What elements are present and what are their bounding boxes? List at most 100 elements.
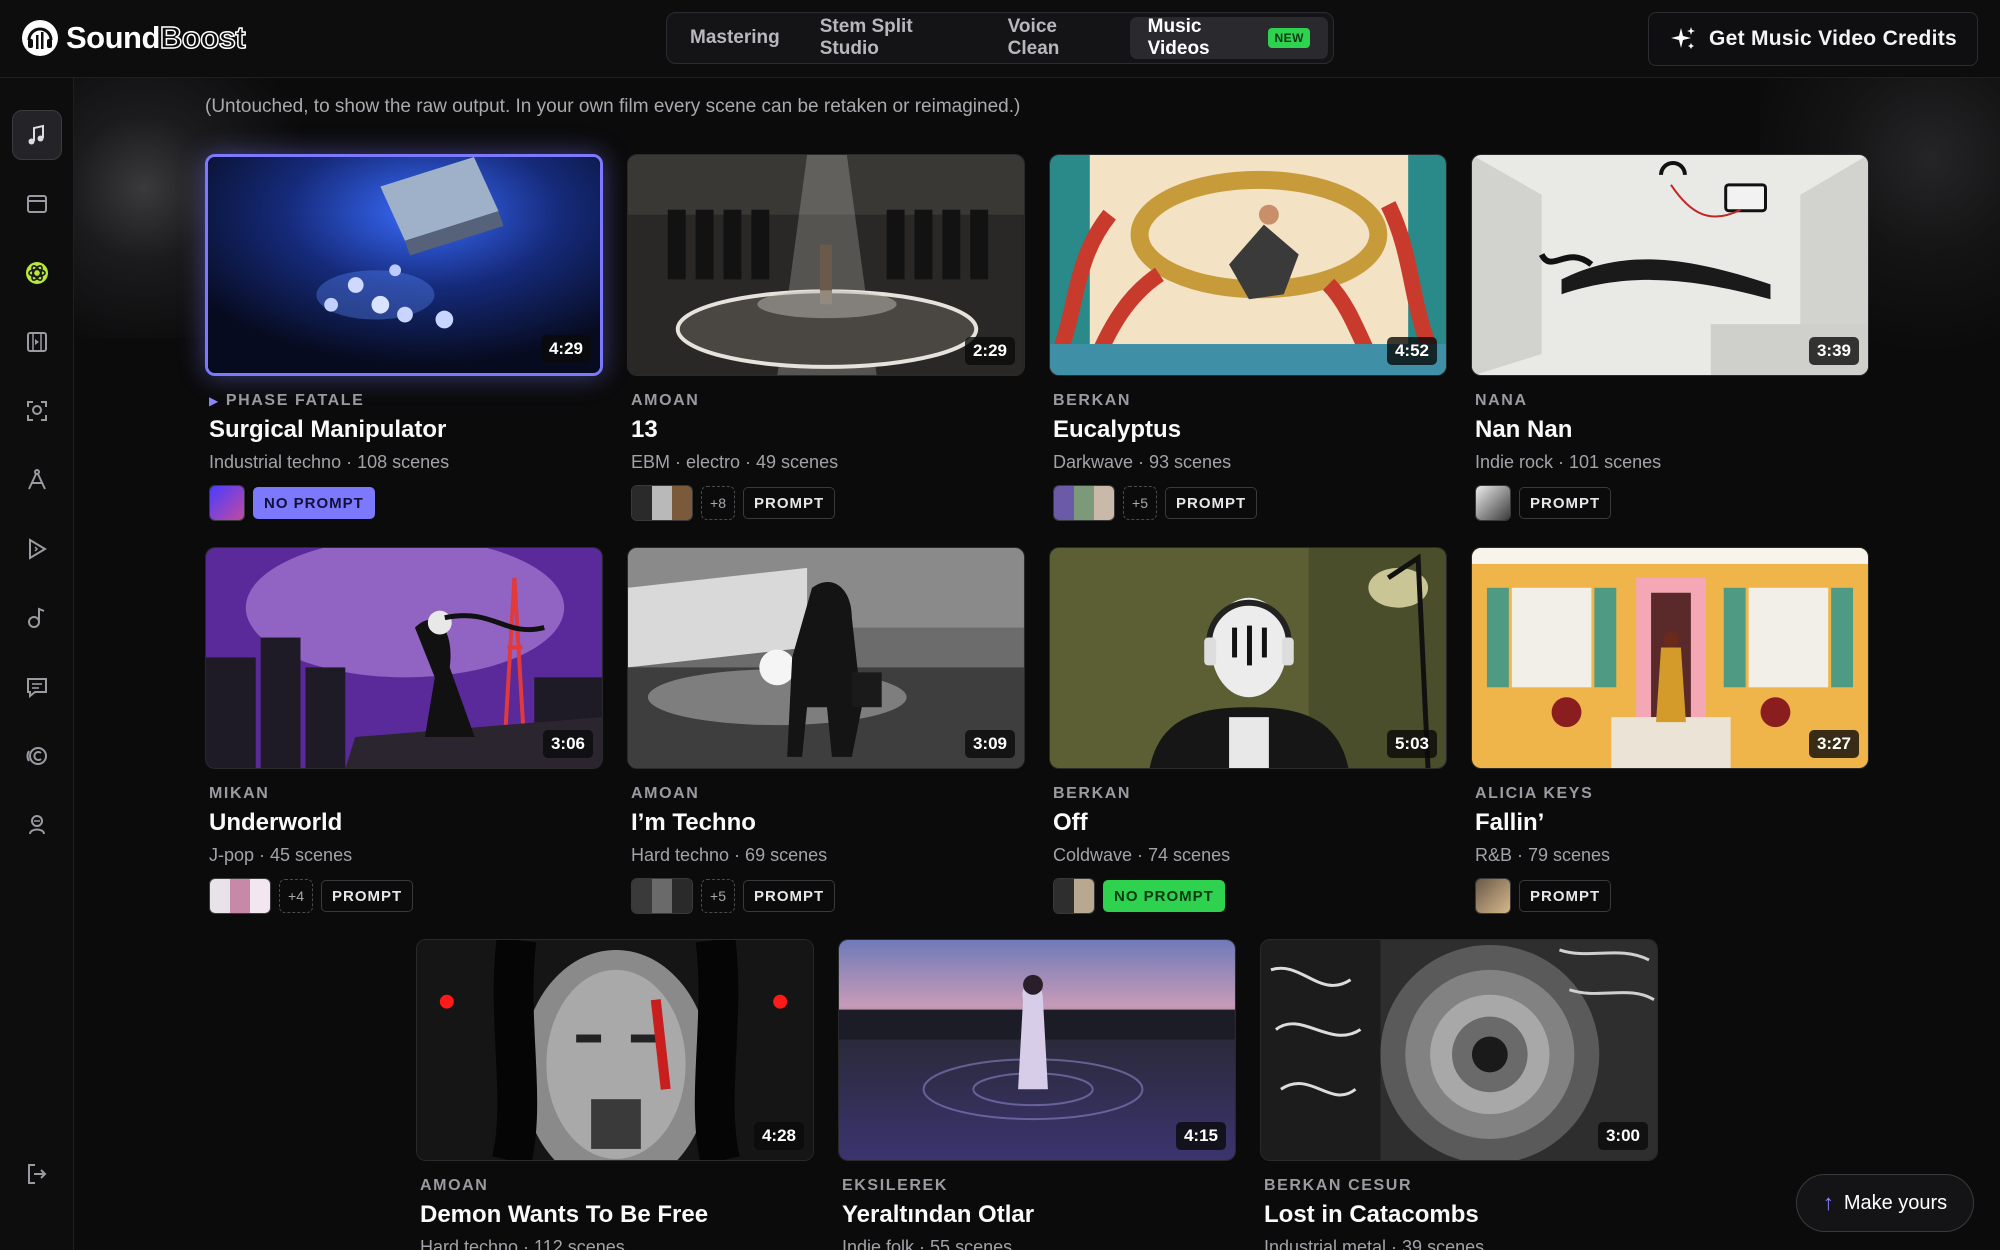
video-meta: Hard techno · 69 scenes	[631, 845, 828, 865]
video-title[interactable]: I’m Techno	[631, 809, 1025, 837]
video-thumbnail[interactable]: 3:39	[1471, 154, 1869, 376]
video-artist: AMOAN	[631, 785, 700, 802]
sidebar-item-face-scan[interactable]	[12, 386, 62, 436]
sidebar-item-music[interactable]	[12, 110, 62, 160]
video-thumbnail[interactable]: 3:00	[1260, 939, 1658, 1161]
video-card[interactable]: 3:00 BERKAN CESUR Lost in Catacombs Indu…	[1260, 939, 1658, 1250]
video-duration: 3:27	[1808, 730, 1859, 758]
chat-bubble-icon	[27, 678, 47, 699]
video-card[interactable]: 3:09 AMOAN I’m Techno Hard techno · 69 s…	[627, 547, 1025, 914]
video-title[interactable]: Demon Wants To Be Free	[420, 1201, 814, 1229]
copyright-stack-icon	[26, 747, 47, 765]
tab-music-videos[interactable]: Music Videos NEW	[1129, 16, 1328, 59]
video-duration: 3:39	[1808, 337, 1859, 365]
video-thumbnail[interactable]: 3:27	[1471, 547, 1869, 769]
compass-draw-icon	[28, 469, 46, 490]
more-avatars-count[interactable]: +8	[701, 486, 735, 520]
tab-voice-clean[interactable]: Voice Clean	[990, 16, 1126, 59]
face-scan-icon	[27, 401, 47, 421]
video-card[interactable]: 5:03 BERKAN Off Coldwave · 74 scenes NO …	[1049, 547, 1447, 914]
video-thumbnail[interactable]: 4:52	[1049, 154, 1447, 376]
get-credits-button[interactable]: Get Music Video Credits	[1648, 12, 1978, 66]
sidebar-item-singer[interactable]	[12, 800, 62, 850]
video-card[interactable]: 4:28 AMOAN Demon Wants To Be Free Hard t…	[416, 939, 814, 1250]
prompt-badge[interactable]: NO PROMPT	[1103, 880, 1225, 912]
video-title[interactable]: Lost in Catacombs	[1264, 1201, 1658, 1229]
video-title[interactable]: Underworld	[209, 809, 603, 837]
video-card[interactable]: 3:06 MIKAN Underworld J-pop · 45 scenes …	[205, 547, 603, 914]
more-avatars-count[interactable]: +5	[1123, 486, 1157, 520]
prompt-badge[interactable]: PROMPT	[1165, 487, 1258, 519]
video-meta: R&B · 79 scenes	[1475, 845, 1611, 865]
video-meta: Darkwave · 93 scenes	[1053, 452, 1232, 472]
scene-avatars[interactable]	[1475, 878, 1511, 914]
video-artist: MIKAN	[209, 785, 270, 802]
sidebar-item-chat[interactable]	[12, 662, 62, 712]
scene-avatars[interactable]	[1053, 485, 1115, 521]
play-sparkle-icon	[29, 538, 47, 560]
music-note-icon	[28, 124, 44, 145]
sidebar-item-film[interactable]	[12, 317, 62, 367]
prompt-badge[interactable]: PROMPT	[743, 487, 836, 519]
sidebar	[0, 78, 74, 1250]
scene-avatars[interactable]	[631, 878, 693, 914]
video-card[interactable]: 4:29 ▶ PHASE FATALE Surgical Manipulator …	[205, 154, 603, 521]
sidebar-item-copyright[interactable]	[12, 731, 62, 781]
video-artist: NANA	[1475, 392, 1528, 409]
sidebar-item-atom[interactable]	[12, 248, 62, 298]
sidebar-item-compass[interactable]	[12, 455, 62, 505]
prompt-badge[interactable]: PROMPT	[743, 880, 836, 912]
prompt-badge[interactable]: PROMPT	[1519, 487, 1612, 519]
video-thumbnail[interactable]: 2:29	[627, 154, 1025, 376]
scene-avatars[interactable]	[1053, 878, 1095, 914]
more-avatars-count[interactable]: +4	[279, 879, 313, 913]
new-badge: NEW	[1268, 28, 1310, 48]
video-card[interactable]: 2:29 AMOAN 13 EBM · electro · 49 scenes …	[627, 154, 1025, 521]
app-logo[interactable]: SoundBoost	[20, 18, 247, 58]
video-meta: Hard techno · 112 scenes	[420, 1237, 625, 1250]
playing-indicator-icon: ▶	[209, 394, 220, 408]
video-title[interactable]: Yeraltından Otlar	[842, 1201, 1236, 1229]
sidebar-item-play[interactable]	[12, 524, 62, 574]
video-title[interactable]: Nan Nan	[1475, 416, 1869, 444]
scene-avatars[interactable]	[631, 485, 693, 521]
video-title[interactable]: Off	[1053, 809, 1447, 837]
more-avatars-count[interactable]: +5	[701, 879, 735, 913]
atom-badge-icon	[26, 262, 48, 284]
video-duration: 4:29	[540, 335, 591, 363]
video-title[interactable]: 13	[631, 416, 1025, 444]
make-yours-button[interactable]: ↑ Make yours	[1796, 1174, 1974, 1232]
video-card[interactable]: 3:27 ALICIA KEYS Fallin’ R&B · 79 scenes…	[1471, 547, 1869, 914]
video-title[interactable]: Surgical Manipulator	[209, 416, 603, 444]
video-thumbnail[interactable]: 3:06	[205, 547, 603, 769]
video-thumbnail[interactable]: 3:09	[627, 547, 1025, 769]
singer-icon	[29, 815, 45, 835]
video-artist: BERKAN	[1053, 785, 1132, 802]
video-title[interactable]: Eucalyptus	[1053, 416, 1447, 444]
sidebar-item-tune[interactable]	[12, 593, 62, 643]
video-title[interactable]: Fallin’	[1475, 809, 1869, 837]
tab-stem-split-studio[interactable]: Stem Split Studio	[802, 16, 986, 59]
scene-avatars[interactable]	[209, 485, 245, 521]
video-meta: Indie rock · 101 scenes	[1475, 452, 1662, 472]
video-thumbnail[interactable]: 4:29	[205, 154, 603, 376]
film-strip-icon	[27, 332, 47, 352]
prompt-badge[interactable]: PROMPT	[1519, 880, 1612, 912]
logout-button[interactable]	[12, 1149, 62, 1199]
sidebar-item-archive[interactable]	[12, 179, 62, 229]
video-card[interactable]: 4:15 EKSILEREK Yeraltından Otlar Indie f…	[838, 939, 1236, 1250]
video-artist: ▶ PHASE FATALE	[209, 392, 365, 409]
scene-avatars[interactable]	[1475, 485, 1511, 521]
video-thumbnail[interactable]: 4:28	[416, 939, 814, 1161]
top-bar: SoundBoost Mastering Stem Split Studio V…	[0, 0, 2000, 78]
prompt-badge[interactable]: PROMPT	[321, 880, 414, 912]
video-thumbnail[interactable]: 5:03	[1049, 547, 1447, 769]
video-artist: ALICIA KEYS	[1475, 785, 1594, 802]
tab-mastering[interactable]: Mastering	[672, 17, 798, 59]
music-tune-icon	[28, 607, 45, 628]
scene-avatars[interactable]	[209, 878, 271, 914]
prompt-badge[interactable]: NO PROMPT	[253, 487, 375, 519]
video-thumbnail[interactable]: 4:15	[838, 939, 1236, 1161]
video-card[interactable]: 3:39 NANA Nan Nan Indie rock · 101 scene…	[1471, 154, 1869, 521]
video-card[interactable]: 4:52 BERKAN Eucalyptus Darkwave · 93 sce…	[1049, 154, 1447, 521]
